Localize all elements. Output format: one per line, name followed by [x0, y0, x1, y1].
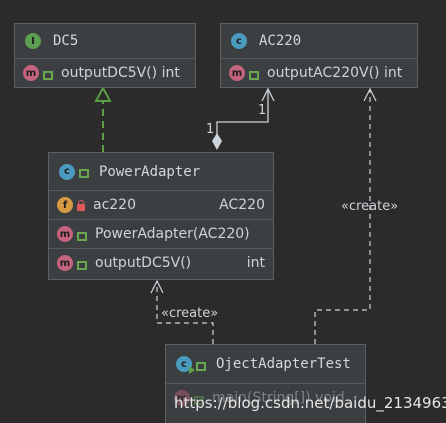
realization-arrowhead: [94, 85, 112, 102]
class-name-power-adapter: PowerAdapter: [99, 163, 201, 180]
method-icon: m: [229, 65, 245, 81]
public-visibility-icon: [77, 260, 87, 270]
class-name-test: OjectAdapterTest: [216, 356, 351, 372]
constructor-label: PowerAdapter(AC220): [95, 226, 250, 242]
class-box-power-adapter[interactable]: c PowerAdapter f ac220 AC220 m PowerAdap…: [48, 152, 274, 280]
method-label: outputAC220V() int: [267, 65, 403, 81]
method-icon: m: [57, 255, 73, 271]
public-visibility-icon: [77, 231, 87, 241]
class-box-dc5[interactable]: I DC5 m outputDC5V() int: [14, 23, 196, 88]
class-box-ac220[interactable]: c AC220 m outputAC220V() int: [220, 23, 418, 88]
class-header-test: c OjectAdapterTest: [166, 345, 365, 384]
runnable-class-icon: c: [176, 356, 195, 374]
aggregation-multiplicity-source: 1: [206, 122, 215, 137]
field-type: AC220: [219, 197, 265, 213]
public-visibility-icon: [43, 70, 53, 80]
private-visibility-icon: [77, 199, 85, 211]
public-visibility-icon: [79, 169, 89, 178]
class-icon: c: [59, 163, 75, 180]
create-line-ac220: [314, 90, 371, 344]
constructor-row[interactable]: m PowerAdapter(AC220): [49, 220, 273, 249]
class-icon: c: [231, 33, 247, 49]
method-row-output-dc5v[interactable]: m outputDC5V() int: [49, 249, 273, 277]
method-icon: m: [57, 226, 73, 242]
class-header-power-adapter: c PowerAdapter: [49, 153, 273, 191]
create-label-ac220: «create»: [341, 199, 399, 214]
method-icon: m: [23, 65, 39, 81]
watermark-url: https://blog.csdn.net/baidu_21349635: [174, 394, 446, 412]
interface-icon: I: [25, 33, 41, 49]
method-label: outputDC5V() int: [61, 65, 180, 81]
method-name: outputDC5V(): [95, 255, 192, 271]
class-header-ac220: c AC220: [221, 24, 417, 59]
method-return-type: int: [246, 255, 265, 271]
public-visibility-icon: [196, 361, 206, 371]
method-row-ac220[interactable]: m outputAC220V() int: [221, 59, 417, 87]
class-name-dc5: DC5: [53, 33, 79, 49]
public-visibility-icon: [249, 70, 259, 80]
class-header-dc5: I DC5: [15, 24, 195, 59]
aggregation-multiplicity-target: 1: [258, 103, 267, 118]
method-row-dc5[interactable]: m outputDC5V() int: [15, 59, 195, 87]
field-icon: f: [57, 197, 73, 213]
class-name-ac220: AC220: [259, 33, 302, 49]
create-label-power-adapter: «create»: [161, 306, 219, 321]
field-row-ac220[interactable]: f ac220 AC220: [49, 191, 273, 220]
field-name: ac220: [93, 197, 136, 213]
